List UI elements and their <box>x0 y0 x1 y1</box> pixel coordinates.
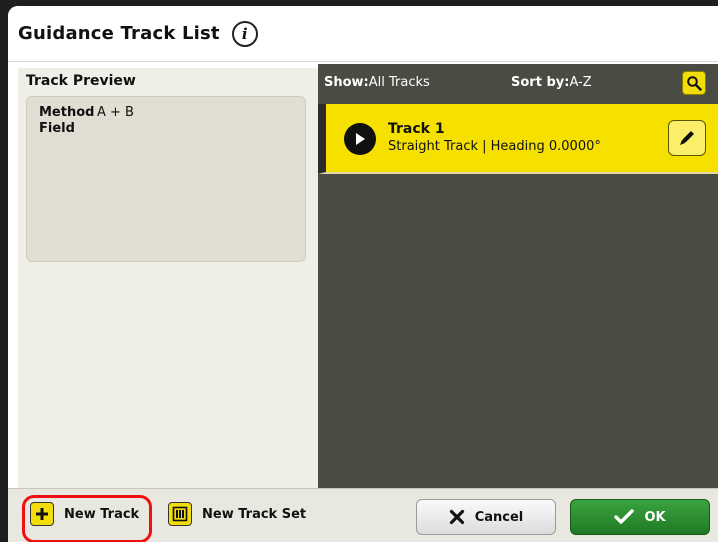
track-set-icon <box>168 502 192 526</box>
plus-icon <box>30 502 54 526</box>
search-icon <box>687 76 702 91</box>
new-track-button[interactable]: New Track <box>30 502 139 526</box>
show-value: All Tracks <box>368 74 430 90</box>
track-preview-box: Method A + B Field <box>26 96 306 262</box>
edit-track-button[interactable] <box>668 120 706 156</box>
ok-label: OK <box>644 509 666 525</box>
show-label: Show: <box>324 74 369 90</box>
window-title: Guidance Track List <box>18 23 220 44</box>
info-icon[interactable]: i <box>231 20 258 47</box>
checkmark-icon <box>614 509 635 524</box>
guidance-track-list-window: Guidance Track List i Track Preview Meth… <box>8 6 718 542</box>
preview-label: Field <box>39 121 75 136</box>
track-preview-header: Track Preview <box>26 73 136 89</box>
track-name: Track 1 <box>388 121 445 137</box>
x-icon <box>449 509 464 525</box>
new-track-set-label: New Track Set <box>202 506 307 522</box>
preview-label: Method <box>39 105 95 120</box>
track-list-panel: Show:All Tracks Sort by:A-Z Track 1 Stra… <box>318 64 718 492</box>
search-button[interactable] <box>682 71 706 95</box>
preview-row-field: Field <box>39 121 293 137</box>
show-filter[interactable]: Show:All Tracks <box>324 75 430 90</box>
track-list-item[interactable]: Track 1 Straight Track | Heading 0.0000° <box>318 104 718 174</box>
preview-value: A + B <box>97 105 134 120</box>
track-description: Straight Track | Heading 0.0000° <box>388 139 601 154</box>
new-track-set-button[interactable]: New Track Set <box>168 502 306 526</box>
title-bar: Guidance Track List i <box>8 6 718 62</box>
sort-label: Sort by: <box>511 74 570 90</box>
new-track-label: New Track <box>64 506 140 522</box>
pencil-icon <box>680 131 694 145</box>
bottom-action-bar: New Track New Track Set Cancel OK <box>8 488 718 542</box>
ok-button[interactable]: OK <box>570 499 710 535</box>
cancel-button[interactable]: Cancel <box>416 499 556 535</box>
play-arrow-icon[interactable] <box>344 123 376 155</box>
sort-value: A-Z <box>569 74 592 90</box>
sort-selector[interactable]: Sort by:A-Z <box>511 75 592 90</box>
track-preview-panel: Track Preview Method A + B Field <box>18 68 318 492</box>
preview-row-method: Method A + B <box>39 105 293 121</box>
cancel-label: Cancel <box>474 509 524 525</box>
track-list-header: Show:All Tracks Sort by:A-Z <box>318 64 718 100</box>
